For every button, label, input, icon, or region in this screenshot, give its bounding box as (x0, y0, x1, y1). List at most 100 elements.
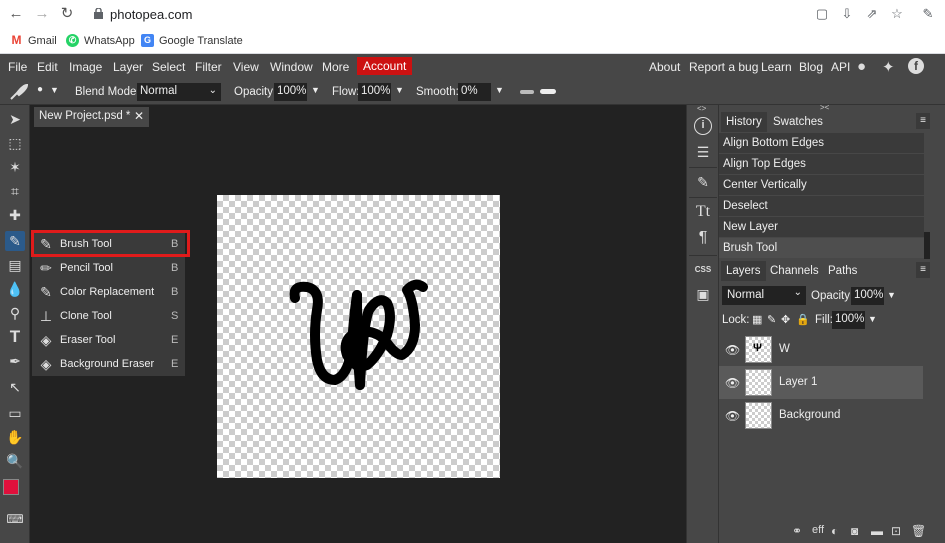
flyout-item-eraser-tool[interactable]: ◈ Eraser Tool E (32, 328, 185, 352)
flyout-item-color-replacement[interactable]: ✎ Color Replacement B (32, 280, 185, 304)
flyout-item-pencil-tool[interactable]: ✏ Pencil Tool B (32, 256, 185, 280)
keyboard-icon[interactable]: ⌨ (5, 509, 25, 529)
adjustments-icon[interactable]: ☰ (694, 143, 712, 161)
character-icon[interactable]: Tt (694, 203, 712, 221)
paragraph-icon[interactable]: ¶ (694, 229, 712, 247)
lock-transparent-icon[interactable]: ▦ (752, 313, 762, 326)
pen-tool-icon[interactable]: ✒ (5, 351, 25, 371)
smooth-dropdown-arrow[interactable]: ▼ (495, 85, 504, 95)
bookmark-gmail[interactable]: M Gmail (10, 34, 57, 47)
menu-edit[interactable]: Edit (37, 60, 58, 74)
collapse-arrows-icon[interactable]: >< (820, 103, 829, 112)
brush-dropdown-arrow[interactable]: ▼ (50, 85, 59, 95)
menu-select[interactable]: Select (152, 60, 185, 74)
menu-learn[interactable]: Learn (761, 60, 792, 74)
healing-tool-icon[interactable]: ✚ (5, 205, 25, 225)
dodge-tool-icon[interactable]: ⚲ (5, 303, 25, 323)
menu-about[interactable]: About (649, 60, 680, 74)
move-tool-icon[interactable]: ➤ (5, 109, 25, 129)
layer-row-w[interactable]: 👁 Ψ W (719, 333, 923, 366)
brush-preset-icon[interactable] (9, 83, 29, 101)
bookmark-whatsapp[interactable]: ✆ WhatsApp (66, 34, 135, 47)
document-tab[interactable]: New Project.psd * ✕ (34, 107, 149, 127)
blend-mode-select[interactable]: Normal ⌄ (137, 83, 221, 101)
adjustment-icon[interactable]: ◐ (831, 524, 838, 538)
menu-more[interactable]: More (322, 60, 349, 74)
star-icon[interactable]: ☆ (890, 7, 904, 21)
brush-tool-icon[interactable]: ✎ (5, 231, 25, 251)
shape-tool-icon[interactable]: ▭ (5, 403, 25, 423)
tab-channels[interactable]: Channels (765, 261, 824, 281)
eye-icon[interactable]: 👁 (725, 376, 740, 390)
layer-blend-select[interactable]: Normal ⌄ (722, 286, 806, 305)
tab-paths[interactable]: Paths (823, 261, 862, 281)
history-item[interactable]: Brush Tool (719, 238, 924, 259)
foreground-color-swatch[interactable] (3, 479, 19, 495)
effects-icon[interactable]: eff (812, 524, 824, 536)
fill-arrow[interactable]: ▼ (868, 314, 877, 324)
eye-icon[interactable]: 👁 (725, 409, 740, 423)
lock-position-icon[interactable]: ✥ (781, 313, 790, 326)
history-item[interactable]: Deselect (719, 196, 924, 217)
facebook-icon[interactable]: f (908, 58, 924, 74)
tab-swatches[interactable]: Swatches (768, 112, 828, 132)
crop-tool-icon[interactable]: ⌗ (5, 181, 25, 201)
tab-layers[interactable]: Layers (721, 261, 766, 281)
install-icon[interactable]: ⇩ (840, 7, 854, 21)
menu-blog[interactable]: Blog (799, 60, 823, 74)
forward-icon[interactable]: → (34, 6, 50, 22)
layer-opacity-input[interactable]: 100% (851, 287, 884, 305)
brush-settings-icon[interactable]: ✎ (694, 173, 712, 191)
history-item[interactable]: Center Vertically (719, 175, 924, 196)
twitter-icon[interactable]: ✦ (882, 58, 895, 76)
folder-icon[interactable]: ▬ (871, 524, 883, 538)
canvas[interactable] (217, 195, 500, 478)
address-bar[interactable]: photopea.com (110, 7, 192, 22)
lock-all-icon[interactable]: 🔒 (796, 313, 810, 326)
history-item[interactable]: New Layer (719, 217, 924, 238)
path-select-tool-icon[interactable]: ↖ (5, 377, 25, 397)
brush-size-icon[interactable]: ● (37, 84, 43, 95)
menu-file[interactable]: File (8, 60, 27, 74)
history-scrollbar[interactable] (924, 232, 930, 259)
tab-history[interactable]: History (721, 112, 767, 132)
opacity-input[interactable]: 100% (274, 83, 307, 101)
history-item[interactable]: Align Bottom Edges (719, 133, 924, 154)
menu-filter[interactable]: Filter (195, 60, 222, 74)
collapse-arrows-icon[interactable]: <> (697, 104, 706, 113)
type-tool-icon[interactable]: T (5, 327, 25, 347)
zoom-tool-icon[interactable]: 🔍 (5, 451, 25, 471)
menu-view[interactable]: View (233, 60, 259, 74)
reload-icon[interactable]: ↻ (59, 6, 75, 22)
layer-row-layer-1[interactable]: 👁 Layer 1 (719, 366, 923, 399)
flyout-item-background-eraser[interactable]: ◈ Background Eraser E (32, 352, 185, 376)
new-layer-icon[interactable]: ⊡ (891, 524, 901, 538)
back-icon[interactable]: ← (8, 6, 24, 22)
lock-pixels-icon[interactable]: ✎ (767, 313, 776, 326)
pressure-toggle-icon[interactable] (540, 89, 556, 94)
menu-api[interactable]: API (831, 60, 850, 74)
menu-report-bug[interactable]: Report a bug (689, 60, 758, 74)
close-icon[interactable]: ✕ (134, 109, 144, 123)
eye-icon[interactable]: 👁 (725, 343, 740, 357)
bookmark-google-translate[interactable]: G Google Translate (141, 34, 243, 47)
blur-tool-icon[interactable]: 💧 (5, 279, 25, 299)
flyout-item-clone-tool[interactable]: ⊥ Clone Tool S (32, 304, 185, 328)
flow-input[interactable]: 100% (358, 83, 391, 101)
menu-window[interactable]: Window (270, 60, 313, 74)
history-menu-icon[interactable]: ≡ (916, 113, 930, 129)
menu-account[interactable]: Account (357, 57, 413, 75)
menu-layer[interactable]: Layer (113, 60, 143, 74)
bookmark-page-icon[interactable]: ▢ (815, 7, 829, 21)
layer-row-background[interactable]: 👁 Background (719, 399, 923, 432)
image-icon[interactable]: ▣ (694, 285, 712, 303)
share-icon[interactable]: ⇗ (865, 7, 879, 21)
marquee-tool-icon[interactable]: ⬚ (5, 133, 25, 153)
smooth-input[interactable]: 0% (458, 83, 491, 101)
flow-dropdown-arrow[interactable]: ▼ (395, 85, 404, 95)
pen-extension-icon[interactable]: ✎ (921, 7, 935, 21)
magic-wand-tool-icon[interactable]: ✶ (5, 157, 25, 177)
css-icon[interactable]: CSS (692, 261, 714, 279)
gradient-tool-icon[interactable]: ▤ (5, 255, 25, 275)
mask-icon[interactable]: ◙ (851, 524, 858, 538)
